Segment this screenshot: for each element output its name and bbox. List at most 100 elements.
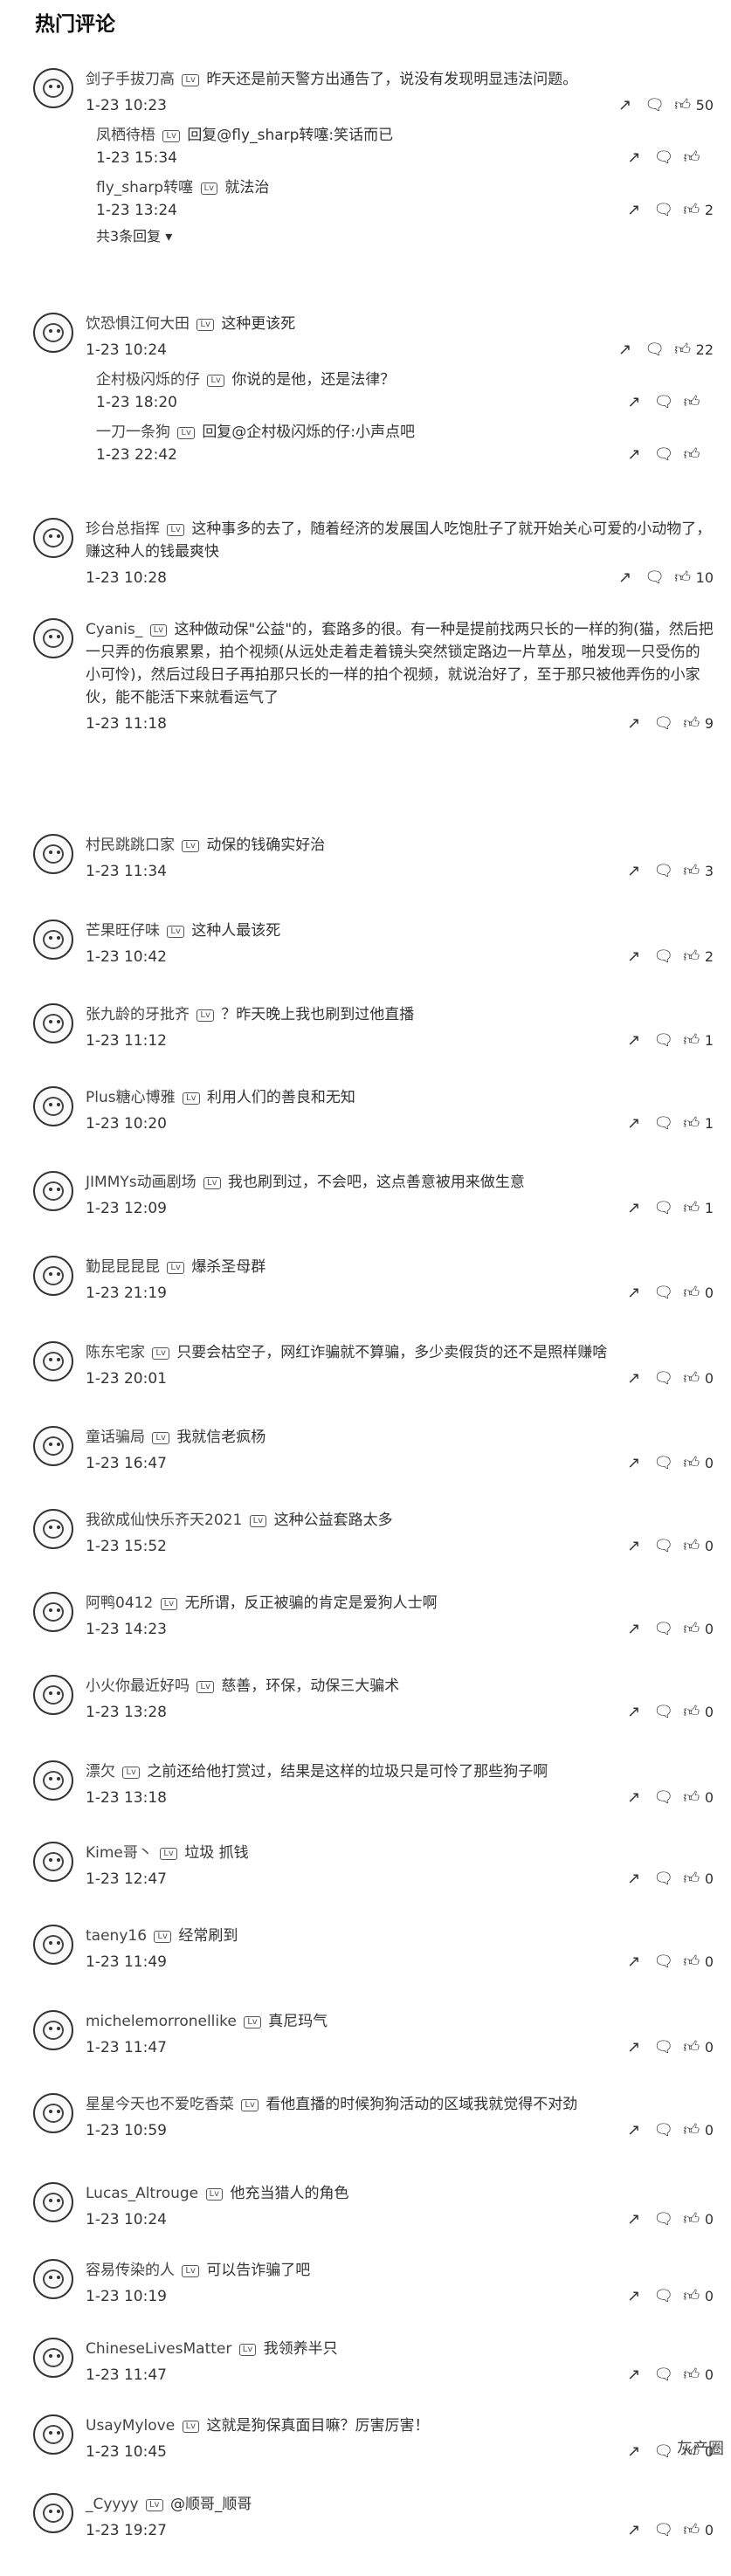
like-button[interactable]: 👍︎ 0 [679,1787,714,1809]
comment-icon[interactable]: 🗨 [640,339,670,362]
like-button[interactable]: 👍︎ 0 [679,2208,714,2231]
like-button[interactable]: 👍︎ [679,147,714,169]
avatar[interactable] [33,2182,73,2222]
avatar[interactable] [33,2093,73,2133]
comment-username[interactable]: 勤昆昆昆昆 [86,1258,160,1276]
share-icon[interactable]: ↗ [619,199,649,222]
like-button[interactable]: 👍︎ 2 [679,199,714,222]
comment-icon[interactable]: 🗨 [649,1282,679,1305]
comment-icon[interactable]: 🗨 [649,860,679,883]
comment-username[interactable]: 阿鸭0412 [86,1595,153,1612]
share-icon[interactable]: ↗ [619,1030,649,1052]
like-button[interactable]: 👍︎ 1 [679,1030,714,1052]
like-button[interactable]: 👍︎ 9 [679,713,714,735]
comment-icon[interactable]: 🗨 [649,1701,679,1724]
comment-icon[interactable]: 🗨 [649,1535,679,1558]
avatar[interactable] [33,1509,73,1549]
avatar[interactable] [33,834,73,874]
share-icon[interactable]: ↗ [619,1197,649,1220]
avatar[interactable] [33,2338,73,2378]
comment-username[interactable]: 张九龄的牙批齐 [86,1006,190,1023]
share-icon[interactable]: ↗ [610,339,640,362]
comment-icon[interactable]: 🗨 [649,444,679,466]
avatar[interactable] [33,1086,73,1126]
comment-username[interactable]: 陈东宅家 [86,1344,145,1361]
share-icon[interactable]: ↗ [619,1535,649,1558]
reply-username[interactable]: 一刀一条狗 [96,424,170,441]
share-icon[interactable]: ↗ [619,2285,649,2308]
avatar[interactable] [33,68,73,108]
comment-username[interactable]: 漂欠 [86,1763,115,1780]
comment-icon[interactable]: 🗨 [649,1618,679,1641]
like-button[interactable]: 👍︎ 0 [679,1282,714,1305]
like-button[interactable]: 👍︎ 0 [679,1868,714,1891]
avatar[interactable] [33,2259,73,2299]
comment-icon[interactable]: 🗨 [649,2208,679,2231]
comment-username[interactable]: UsayMylove [86,2417,175,2435]
comment-username[interactable]: 村民跳跳口家 [86,837,175,854]
comment-username[interactable]: 星星今天也不爱吃香菜 [86,2096,234,2113]
more-replies-link[interactable]: 共3条回复 ▾ [96,225,714,248]
share-icon[interactable]: ↗ [619,2364,649,2387]
share-icon[interactable]: ↗ [619,2119,649,2142]
avatar[interactable] [33,1592,73,1632]
avatar[interactable] [33,1426,73,1466]
comment-username[interactable]: Cyanis_ [86,621,142,638]
comment-username[interactable]: michelemorronellike [86,2013,237,2030]
comment-username[interactable]: 饮恐惧江何大田 [86,315,190,333]
like-button[interactable]: 👍︎ 0 [679,2519,714,2542]
like-button[interactable]: 👍︎ 3 [679,860,714,883]
comment-username[interactable]: 珍台总指挥 [86,520,160,538]
comment-icon[interactable]: 🗨 [649,147,679,169]
comment-icon[interactable]: 🗨 [649,2441,679,2463]
like-button[interactable]: 👍︎ 50 [670,94,714,117]
comment-username[interactable]: 芒果旺仔味 [86,922,160,940]
avatar[interactable] [33,1675,73,1715]
comment-username[interactable]: 我欲成仙快乐齐天2021 [86,1512,242,1529]
share-icon[interactable]: ↗ [619,1282,649,1305]
comment-icon[interactable]: 🗨 [649,1951,679,1973]
avatar[interactable] [33,2010,73,2050]
comment-username[interactable]: Lucas_Altrouge [86,2185,198,2202]
comment-username[interactable]: Kime哥丶 [86,1844,153,1862]
comment-icon[interactable]: 🗨 [649,1030,679,1052]
share-icon[interactable]: ↗ [610,567,640,589]
reply-username[interactable]: 凤栖待梧 [96,127,155,144]
like-button[interactable]: 👍︎ 0 [679,2036,714,2059]
share-icon[interactable]: ↗ [610,94,640,117]
avatar[interactable] [33,2493,73,2533]
comment-icon[interactable]: 🗨 [649,713,679,735]
share-icon[interactable]: ↗ [619,1951,649,1973]
comment-username[interactable]: 剑子手拔刀高 [86,71,175,88]
comment-username[interactable]: ChineseLivesMatter [86,2340,231,2358]
comment-username[interactable]: Plus糖心博雅 [86,1089,176,1106]
avatar[interactable] [33,1842,73,1882]
like-button[interactable]: 👍︎ 0 [679,2285,714,2308]
avatar[interactable] [33,1256,73,1296]
share-icon[interactable]: ↗ [619,860,649,883]
comment-username[interactable]: taeny16 [86,1927,147,1945]
like-button[interactable]: 👍︎ 0 [679,2364,714,2387]
like-button[interactable]: 👍︎ 0 [679,2119,714,2142]
comment-icon[interactable]: 🗨 [649,2036,679,2059]
share-icon[interactable]: ↗ [619,1868,649,1891]
avatar[interactable] [33,518,73,558]
avatar[interactable] [33,1925,73,1965]
like-button[interactable]: 👍︎ 0 [679,1951,714,1973]
avatar[interactable] [33,618,73,658]
like-button[interactable]: 👍︎ [679,391,714,414]
share-icon[interactable]: ↗ [619,713,649,735]
comment-icon[interactable]: 🗨 [649,2285,679,2308]
comment-icon[interactable]: 🗨 [649,391,679,414]
share-icon[interactable]: ↗ [619,1112,649,1135]
share-icon[interactable]: ↗ [619,391,649,414]
avatar[interactable] [33,1341,73,1381]
comment-username[interactable]: JIMMYs动画剧场 [86,1174,197,1191]
avatar[interactable] [33,920,73,960]
comment-username[interactable]: _Cyyyy [86,2496,139,2513]
avatar[interactable] [33,2414,73,2455]
like-button[interactable]: 👍︎ [679,444,714,466]
share-icon[interactable]: ↗ [619,2036,649,2059]
like-button[interactable]: 👍︎ 0 [679,1618,714,1641]
share-icon[interactable]: ↗ [619,1452,649,1475]
